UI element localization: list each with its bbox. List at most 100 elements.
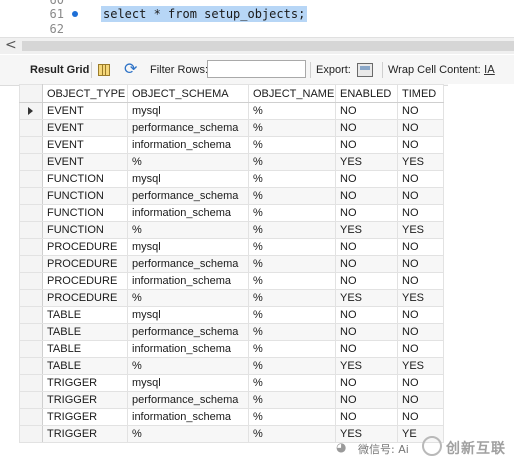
table-cell[interactable]: % xyxy=(248,102,336,120)
table-cell[interactable]: % xyxy=(248,357,336,375)
table-cell[interactable]: NO xyxy=(335,170,398,188)
table-cell[interactable]: YES xyxy=(335,153,398,171)
table-cell[interactable]: YES xyxy=(397,357,444,375)
table-cell[interactable]: NO xyxy=(397,204,444,222)
table-cell[interactable]: YES xyxy=(397,153,444,171)
table-row[interactable]: TABLE information_schema% NO NO xyxy=(19,340,444,358)
table-cell[interactable]: NO xyxy=(397,408,444,426)
table-cell[interactable]: NO xyxy=(397,119,444,137)
table-cell[interactable]: % xyxy=(127,289,249,307)
table-cell[interactable]: performance_schema xyxy=(127,187,249,205)
result-grid-tab[interactable]: Result Grid xyxy=(30,55,89,85)
row-marker[interactable] xyxy=(19,374,43,392)
table-row[interactable]: EVENT%% YES YES xyxy=(19,153,444,171)
table-cell[interactable]: % xyxy=(248,238,336,256)
table-cell[interactable]: YES xyxy=(335,357,398,375)
table-row[interactable]: PROCEDURE performance_schema% NO NO xyxy=(19,255,444,273)
table-cell[interactable]: PROCEDURE xyxy=(42,289,128,307)
table-cell[interactable]: performance_schema xyxy=(127,119,249,137)
table-row[interactable]: EVENT information_schema% NO NO xyxy=(19,136,444,154)
table-cell[interactable]: PROCEDURE xyxy=(42,238,128,256)
table-cell[interactable]: % xyxy=(248,323,336,341)
row-marker[interactable] xyxy=(19,136,43,154)
table-cell[interactable]: NO xyxy=(335,255,398,273)
table-row[interactable]: TABLE%% YES YES xyxy=(19,357,444,375)
table-cell[interactable]: PROCEDURE xyxy=(42,272,128,290)
table-cell[interactable]: NO xyxy=(335,187,398,205)
table-cell[interactable]: YES xyxy=(335,221,398,239)
table-cell[interactable]: NO xyxy=(335,136,398,154)
row-marker[interactable] xyxy=(19,238,43,256)
row-marker[interactable] xyxy=(19,391,43,409)
table-cell[interactable]: % xyxy=(248,221,336,239)
column-header[interactable]: OBJECT_NAME xyxy=(248,84,336,103)
table-cell[interactable]: TRIGGER xyxy=(42,408,128,426)
table-cell[interactable]: NO xyxy=(397,255,444,273)
table-cell[interactable]: NO xyxy=(335,340,398,358)
column-header[interactable]: OBJECT_SCHEMA xyxy=(127,84,249,103)
table-cell[interactable]: NO xyxy=(397,187,444,205)
table-cell[interactable]: FUNCTION xyxy=(42,204,128,222)
table-cell[interactable]: % xyxy=(127,357,249,375)
wrap-cell-content-icon[interactable]: IA xyxy=(484,63,495,77)
filter-rows-input[interactable] xyxy=(207,60,306,78)
table-row[interactable]: FUNCTION mysql% NO NO xyxy=(19,170,444,188)
table-cell[interactable]: TABLE xyxy=(42,357,128,375)
table-cell[interactable]: % xyxy=(248,153,336,171)
row-marker[interactable] xyxy=(19,425,43,443)
result-grid[interactable]: OBJECT_TYPE OBJECT_SCHEMA OBJECT_NAME EN… xyxy=(19,84,444,443)
table-row[interactable]: FUNCTION%% YES YES xyxy=(19,221,444,239)
table-cell[interactable]: TABLE xyxy=(42,323,128,341)
table-cell[interactable]: % xyxy=(248,255,336,273)
table-cell[interactable]: mysql xyxy=(127,170,249,188)
table-row[interactable]: FUNCTION performance_schema% NO NO xyxy=(19,187,444,205)
table-cell[interactable]: NO xyxy=(335,374,398,392)
table-cell[interactable]: mysql xyxy=(127,306,249,324)
table-cell[interactable]: YES xyxy=(335,289,398,307)
table-cell[interactable]: mysql xyxy=(127,102,249,120)
table-cell[interactable]: EVENT xyxy=(42,119,128,137)
table-cell[interactable]: % xyxy=(248,391,336,409)
table-cell[interactable]: % xyxy=(248,272,336,290)
table-cell[interactable]: NO xyxy=(397,136,444,154)
editor-line[interactable]: 61 select * from setup_objects; xyxy=(0,6,514,22)
row-marker[interactable] xyxy=(19,357,43,375)
table-cell[interactable]: NO xyxy=(397,272,444,290)
table-row[interactable]: PROCEDURE information_schema% NO NO xyxy=(19,272,444,290)
table-cell[interactable]: % xyxy=(248,340,336,358)
table-cell[interactable]: NO xyxy=(335,238,398,256)
table-cell[interactable]: FUNCTION xyxy=(42,187,128,205)
table-cell[interactable]: YES xyxy=(397,221,444,239)
table-cell[interactable]: % xyxy=(248,408,336,426)
row-marker[interactable] xyxy=(19,289,43,307)
table-row[interactable]: PROCEDURE%% YES YES xyxy=(19,289,444,307)
table-cell[interactable]: EVENT xyxy=(42,102,128,120)
table-cell[interactable]: information_schema xyxy=(127,204,249,222)
table-cell[interactable]: % xyxy=(248,425,336,443)
row-marker[interactable] xyxy=(19,170,43,188)
table-row[interactable]: EVENT performance_schema% NO NO xyxy=(19,119,444,137)
table-cell[interactable]: % xyxy=(127,153,249,171)
row-marker[interactable] xyxy=(19,221,43,239)
table-row[interactable]: TRIGGER information_schema% NO NO xyxy=(19,408,444,426)
table-cell[interactable]: NO xyxy=(335,272,398,290)
table-cell[interactable]: mysql xyxy=(127,238,249,256)
table-cell[interactable]: mysql xyxy=(127,374,249,392)
sql-editor[interactable]: 60 61 select * from setup_objects; 62 xyxy=(0,0,514,37)
table-row[interactable]: EVENT mysql% NO NO xyxy=(19,102,444,120)
column-header[interactable]: ENABLED xyxy=(335,84,398,103)
table-cell[interactable]: EVENT xyxy=(42,153,128,171)
table-cell[interactable]: TRIGGER xyxy=(42,374,128,392)
sql-statement[interactable]: select * from setup_objects; xyxy=(101,6,308,22)
table-cell[interactable]: % xyxy=(248,289,336,307)
table-cell[interactable]: % xyxy=(248,306,336,324)
row-marker[interactable] xyxy=(19,272,43,290)
table-cell[interactable]: % xyxy=(127,425,249,443)
table-cell[interactable]: NO xyxy=(397,170,444,188)
row-marker[interactable] xyxy=(19,102,43,120)
table-cell[interactable]: NO xyxy=(397,340,444,358)
table-cell[interactable]: % xyxy=(248,170,336,188)
table-cell[interactable]: NO xyxy=(335,204,398,222)
table-cell[interactable]: NO xyxy=(397,238,444,256)
column-header[interactable]: OBJECT_TYPE xyxy=(42,84,128,103)
